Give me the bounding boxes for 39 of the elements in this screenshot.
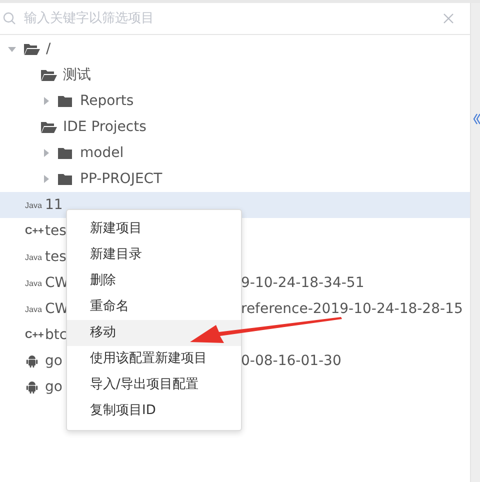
file-type-label: Java	[25, 252, 43, 262]
collapse-icon[interactable]	[473, 113, 480, 125]
item-label[interactable]: /	[46, 41, 51, 57]
menu-item[interactable]: 重命名	[67, 294, 241, 320]
menu-item[interactable]: 复制项目ID	[67, 398, 241, 424]
caret-down-icon[interactable]	[8, 45, 16, 53]
menu-item[interactable]: 删除	[67, 268, 241, 294]
item-label[interactable]: tes	[45, 249, 66, 265]
item-label[interactable]: go	[45, 353, 62, 369]
file-type-label: C++	[25, 226, 45, 236]
item-label[interactable]: go	[45, 379, 62, 395]
menu-item[interactable]: 使用该配置新建项目	[67, 346, 241, 372]
item-label: 9-10-24-18-34-51	[241, 275, 364, 291]
item-label[interactable]: btc	[45, 327, 68, 343]
item-label[interactable]: Reports	[80, 93, 134, 109]
search-field[interactable]: 输入关键字以筛选项目	[22, 10, 437, 27]
item-label[interactable]: IDE Projects	[63, 119, 146, 135]
search-icon	[3, 12, 16, 25]
android-icon	[25, 380, 39, 394]
item-label: 0-08-16-01-30	[241, 353, 342, 369]
file-type-label: Java	[25, 200, 43, 210]
menu-item[interactable]: 新建项目	[67, 216, 241, 242]
menu-item[interactable]: 移动	[67, 320, 241, 346]
item-label[interactable]: tes	[45, 223, 66, 239]
menu-item[interactable]: 导入/导出项目配置	[67, 372, 241, 398]
close-icon[interactable]	[443, 13, 454, 24]
item-label[interactable]: 11	[45, 197, 63, 213]
caret-right-icon[interactable]	[42, 97, 50, 105]
caret-right-icon[interactable]	[42, 175, 50, 183]
file-type-label: C++	[25, 330, 45, 340]
item-label[interactable]: model	[80, 145, 124, 161]
caret-right-icon[interactable]	[42, 149, 50, 157]
item-label[interactable]: PP-PROJECT	[80, 171, 162, 187]
file-type-label: Java	[25, 304, 43, 314]
menu-item[interactable]: 新建目录	[67, 242, 241, 268]
item-label: reference-2019-10-24-18-28-15	[241, 301, 463, 317]
item-label[interactable]: 测试	[63, 66, 91, 84]
file-type-label: Java	[25, 278, 43, 288]
android-icon	[25, 354, 39, 368]
